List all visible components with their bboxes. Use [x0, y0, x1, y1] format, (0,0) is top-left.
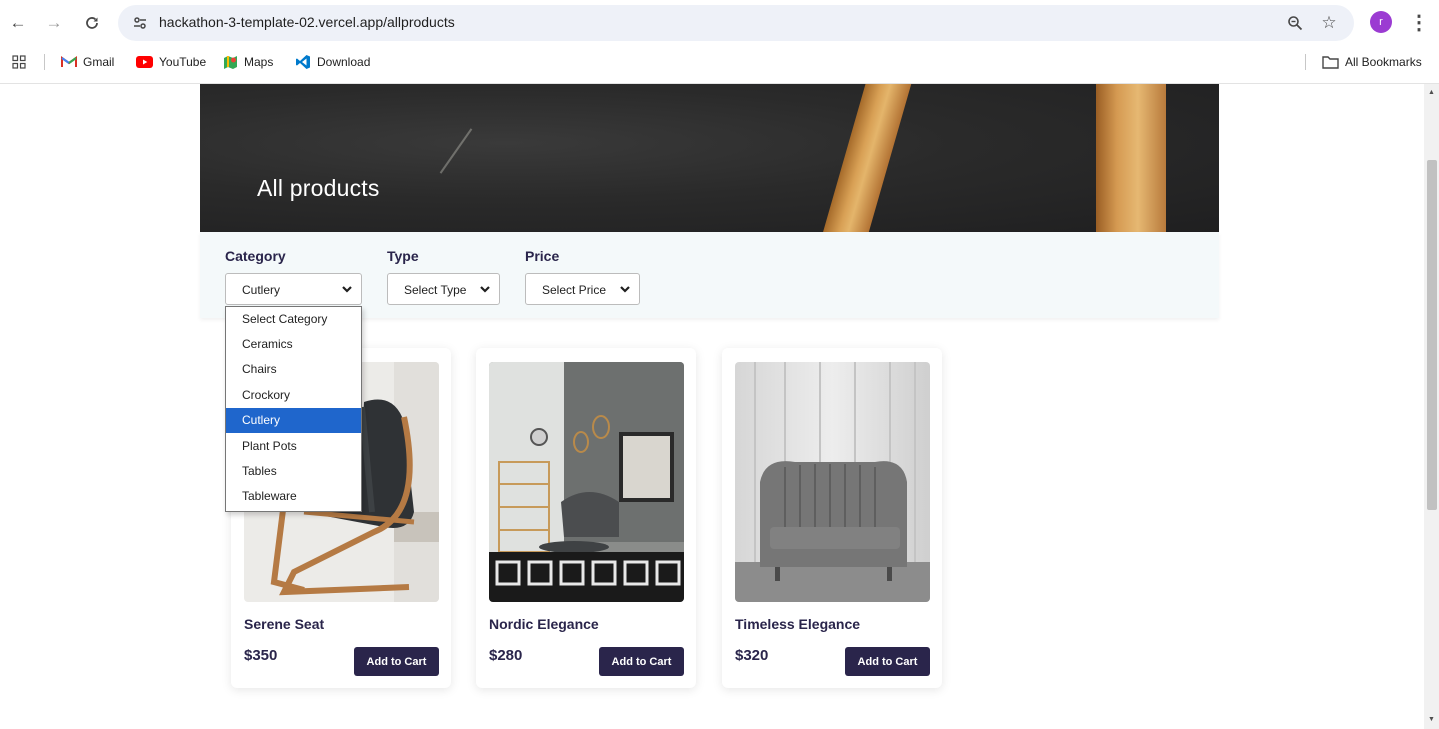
product-card[interactable]: Timeless Elegance $320 Add to Cart	[722, 348, 942, 688]
type-select[interactable]: Select Type	[387, 273, 500, 305]
site-info-icon[interactable]	[128, 11, 152, 35]
product-name[interactable]: Nordic Elegance	[489, 616, 599, 632]
reload-icon[interactable]	[80, 11, 104, 35]
vscode-icon	[295, 54, 311, 70]
page-viewport: All products Category Cutlery Type Selec…	[0, 84, 1424, 729]
product-image-lounge[interactable]	[489, 362, 684, 602]
maps-icon	[223, 55, 238, 70]
hero-banner: All products	[200, 84, 1219, 232]
apps-grid-icon[interactable]	[12, 52, 26, 72]
bookmark-star-icon[interactable]: ☆	[1317, 11, 1341, 35]
dropdown-option[interactable]: Plant Pots	[226, 434, 361, 459]
hero-texture	[439, 128, 473, 174]
address-bar[interactable]: hackathon-3-template-02.vercel.app/allpr…	[118, 5, 1354, 41]
add-to-cart-button[interactable]: Add to Cart	[354, 647, 439, 676]
price-label: Price	[525, 248, 560, 264]
hero-wood-leg	[808, 84, 920, 232]
dropdown-option[interactable]: Ceramics	[226, 332, 361, 357]
chevron-down-icon	[342, 286, 352, 293]
scroll-up-icon[interactable]: ▲	[1427, 88, 1436, 97]
add-to-cart-button[interactable]: Add to Cart	[599, 647, 684, 676]
dropdown-option[interactable]: Chairs	[226, 357, 361, 382]
bookmark-gmail[interactable]: Gmail	[61, 52, 114, 72]
back-arrow-icon[interactable]: ←	[6, 11, 30, 35]
bookmark-label: Download	[317, 55, 371, 69]
youtube-icon	[136, 56, 153, 68]
product-name[interactable]: Timeless Elegance	[735, 616, 860, 632]
chevron-down-icon	[620, 286, 630, 293]
type-label: Type	[387, 248, 419, 264]
all-bookmarks-label: All Bookmarks	[1345, 55, 1422, 69]
product-image-sofa[interactable]	[735, 362, 930, 602]
type-select-value: Select Type	[404, 283, 467, 297]
bookmark-label: Gmail	[83, 55, 115, 69]
forward-arrow-icon[interactable]: →	[42, 11, 66, 35]
price-select[interactable]: Select Price	[525, 273, 640, 305]
product-price: $320	[735, 647, 769, 664]
price-select-value: Select Price	[542, 283, 607, 297]
scrollbar-thumb[interactable]	[1427, 160, 1437, 510]
bookmark-label: YouTube	[159, 55, 207, 69]
dropdown-option[interactable]: Tables	[226, 459, 361, 484]
browser-chrome: ← → hackathon-3-template-02.vercel.app/a…	[0, 0, 1439, 84]
category-dropdown-list[interactable]: Select Category Ceramics Chairs Crockory…	[225, 306, 362, 512]
scroll-down-icon[interactable]: ▼	[1427, 715, 1436, 724]
zoom-icon[interactable]	[1283, 11, 1307, 35]
bookmarks-bar: Gmail YouTube Maps Download All Bookmark…	[0, 48, 1439, 76]
gmail-icon	[61, 56, 77, 68]
product-name[interactable]: Serene Seat	[244, 616, 324, 632]
dropdown-option-selected[interactable]: Cutlery	[226, 408, 361, 433]
url-text[interactable]: hackathon-3-template-02.vercel.app/allpr…	[159, 14, 455, 30]
add-to-cart-button[interactable]: Add to Cart	[845, 647, 930, 676]
product-price: $280	[489, 647, 523, 664]
hero-wood-leg	[1096, 84, 1166, 232]
category-label: Category	[225, 248, 286, 264]
category-select-value: Cutlery	[242, 283, 281, 297]
all-bookmarks-button[interactable]: All Bookmarks	[1322, 52, 1422, 72]
page-scrollbar[interactable]: ▲ ▼	[1424, 84, 1439, 729]
page-title: All products	[257, 175, 380, 201]
product-card[interactable]: Nordic Elegance $280 Add to Cart	[476, 348, 696, 688]
bookmark-maps[interactable]: Maps	[223, 52, 273, 72]
browser-menu-icon[interactable]: ⋮	[1409, 9, 1429, 35]
bookmark-youtube[interactable]: YouTube	[136, 52, 206, 72]
dropdown-option[interactable]: Tableware	[226, 484, 361, 509]
bookmarks-divider	[44, 54, 45, 70]
profile-avatar[interactable]: r	[1370, 11, 1392, 33]
bookmarks-divider	[1305, 54, 1306, 70]
browser-toolbar: ← → hackathon-3-template-02.vercel.app/a…	[0, 0, 1439, 46]
dropdown-option[interactable]: Crockory	[226, 383, 361, 408]
bookmark-download[interactable]: Download	[295, 52, 370, 72]
bookmark-label: Maps	[244, 55, 274, 69]
chevron-down-icon	[480, 286, 490, 293]
product-price: $350	[244, 647, 278, 664]
category-select[interactable]: Cutlery	[225, 273, 362, 305]
folder-icon	[1322, 55, 1339, 69]
dropdown-option[interactable]: Select Category	[226, 307, 361, 332]
